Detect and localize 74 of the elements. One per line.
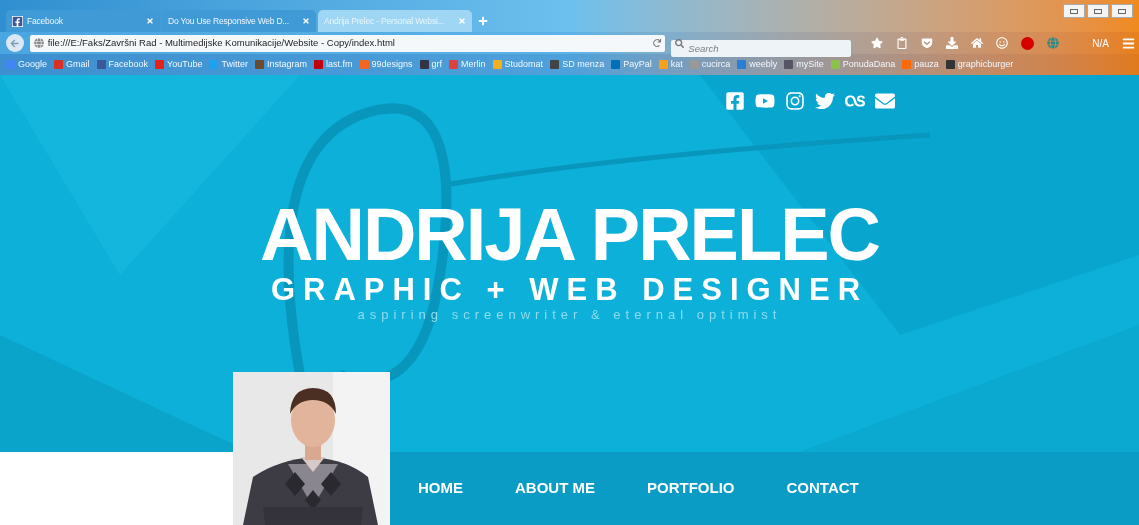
pocket-icon[interactable] — [921, 37, 934, 49]
browser-tab[interactable]: Do You Use Responsive Web D... — [162, 10, 316, 32]
back-button[interactable] — [6, 34, 24, 52]
smiley-icon[interactable] — [996, 37, 1009, 49]
bookmark-icon — [254, 60, 264, 69]
back-arrow-icon — [10, 38, 20, 48]
bookmark[interactable]: PayPal — [611, 57, 652, 72]
download-icon[interactable] — [946, 37, 959, 49]
bookmark[interactable]: Facebook — [96, 57, 149, 72]
globe-icon[interactable] — [1047, 37, 1060, 49]
nav-link[interactable]: PORTFOLIO — [647, 477, 735, 500]
bookmark[interactable]: kat — [658, 57, 683, 72]
globe-icon — [33, 38, 44, 48]
facebook-icon[interactable] — [725, 91, 745, 111]
envelope-icon[interactable] — [875, 91, 895, 111]
bookmark[interactable]: cucirca — [689, 57, 731, 72]
tab-title: Do You Use Responsive Web D... — [168, 14, 290, 28]
bookmark-icon — [611, 60, 621, 69]
bookmark-icon — [314, 60, 323, 69]
bookmark[interactable]: weebly — [737, 57, 778, 72]
twitter-icon[interactable] — [815, 91, 835, 111]
bookmark[interactable]: Merlin — [449, 57, 486, 72]
bookmark-icon — [359, 60, 369, 69]
bookmark-icon — [689, 60, 699, 69]
bookmark[interactable]: PonudaDana — [830, 57, 896, 72]
home-icon[interactable] — [971, 37, 984, 49]
bookmark-icon — [449, 60, 459, 69]
bookmark-icon — [737, 60, 747, 69]
bookmark-icon — [945, 60, 955, 69]
site-title: ANDRIJA PRELEC — [260, 197, 879, 273]
bookmark-icon — [54, 60, 64, 69]
bookmark[interactable]: Gmail — [54, 57, 90, 72]
bookmark[interactable]: SD menza — [550, 57, 605, 72]
site-subtitle: GRAPHIC + WEB DESIGNER — [270, 273, 869, 307]
bookmark-icon — [830, 60, 840, 69]
menu-icon[interactable] — [1122, 36, 1135, 50]
instagram-icon[interactable] — [785, 91, 805, 111]
nav-link[interactable]: ABOUT ME — [515, 477, 595, 500]
bookmark[interactable]: Google — [6, 57, 48, 72]
bookmark[interactable]: Instagram — [254, 57, 307, 72]
star-icon[interactable] — [871, 37, 884, 49]
bookmark-icon — [658, 60, 668, 69]
tab-title: Andrija Prelec - Personal Websi... — [324, 14, 446, 28]
url-text: file:///E:/Faks/Završni Rad - Multimedijske Komunikacije/Website - Copy/index.html — [47, 35, 396, 50]
bookmark-icon — [155, 60, 165, 69]
bookmark[interactable]: Studomat — [492, 57, 544, 72]
bookmark[interactable]: pauza — [902, 57, 939, 72]
addon-label[interactable]: N/A — [1092, 35, 1109, 51]
nav-link[interactable]: CONTACT — [786, 477, 859, 500]
bookmark-icon — [96, 60, 106, 69]
tagline: aspiring screenwriter & eternal optimist — [357, 307, 782, 323]
bookmark-icon — [492, 60, 502, 69]
new-tab-icon[interactable] — [478, 16, 488, 26]
address-bar[interactable]: file:///E:/Faks/Završni Rad - Multimedijske Komunikacije/Website - Copy/index.html — [29, 34, 666, 52]
bookmark[interactable]: 99designs — [359, 57, 413, 72]
bookmark[interactable]: graphicburger — [945, 57, 1014, 72]
bookmark[interactable]: grf — [419, 57, 443, 72]
bookmark[interactable]: mySite — [784, 57, 824, 72]
facebook-icon — [12, 15, 23, 27]
bookmark-icon — [209, 60, 219, 69]
search-field[interactable]: Search — [671, 39, 852, 57]
clipboard-icon[interactable] — [896, 37, 909, 49]
bookmark[interactable]: Twitter — [209, 57, 248, 72]
bookmark[interactable]: last.fm — [314, 57, 353, 72]
reload-icon[interactable] — [653, 39, 662, 47]
bookmark-icon — [6, 60, 15, 69]
bookmark-icon — [550, 60, 560, 69]
bookmark-icon — [784, 60, 794, 69]
tab-title: Facebook — [27, 14, 64, 28]
bookmark-icon — [902, 60, 912, 69]
bookmark[interactable]: YouTube — [155, 57, 203, 72]
nav-link[interactable]: HOME — [418, 477, 463, 500]
adblock-icon[interactable] — [1021, 36, 1035, 50]
bookmark-icon — [419, 60, 429, 69]
